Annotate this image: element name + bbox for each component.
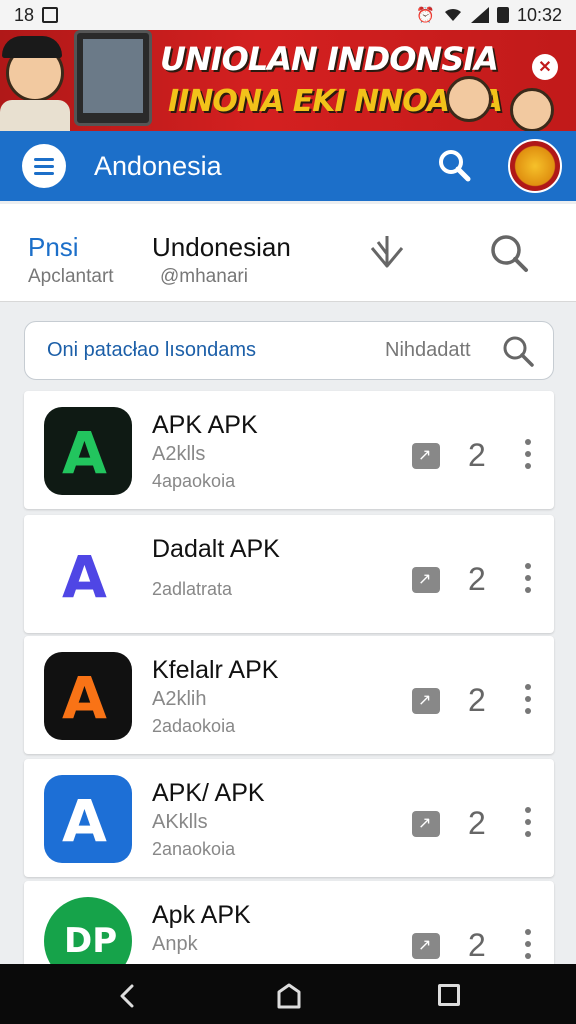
app-name: Apk APK	[152, 901, 251, 929]
profile-handle: @mhanari	[160, 266, 248, 287]
app-count: 2	[468, 437, 486, 473]
more-options-icon[interactable]	[520, 929, 536, 959]
banner-title: UNIOLAN INDONSIA	[160, 40, 499, 78]
app-developer: A2klih	[152, 688, 207, 710]
banner-hat-icon	[2, 36, 62, 58]
search-filter-label[interactable]: Nihdadatt	[385, 339, 471, 362]
download-arrow-icon[interactable]	[364, 228, 410, 274]
app-glyph: A	[62, 787, 107, 855]
app-count: 2	[468, 927, 486, 963]
profile-name: Undonesian	[152, 232, 291, 262]
app-category: 2adaokoia	[152, 716, 236, 736]
app-icon: A	[44, 531, 132, 619]
app-developer: A2klls	[152, 443, 206, 465]
app-list-item[interactable]: A Dadalt APK 2adlatrata 2	[24, 515, 554, 633]
download-icon[interactable]	[412, 933, 440, 959]
home-icon[interactable]	[276, 982, 302, 1010]
app-name: Kfelalr APK	[152, 656, 279, 684]
app-count: 2	[468, 682, 486, 718]
app-glyph: A	[62, 664, 107, 732]
banner-character-2-icon	[446, 76, 492, 122]
alarm-icon: ⏰	[416, 7, 435, 24]
app-count: 2	[468, 561, 486, 597]
battery-icon	[496, 7, 509, 23]
app-name: APK APK	[152, 411, 258, 439]
download-icon[interactable]	[412, 688, 440, 714]
banner-shirt-icon	[0, 100, 70, 131]
more-options-icon[interactable]	[520, 807, 536, 837]
more-options-icon[interactable]	[520, 563, 536, 593]
app-category: 2anaokoia	[152, 839, 236, 859]
signal-icon	[470, 7, 489, 23]
app-list-item[interactable]: A APK/ APK AKklls 2anaokoia 2	[24, 759, 554, 877]
banner-close-button[interactable]: ✕	[532, 54, 558, 80]
app-list-item[interactable]: A Kfelalr APK A2klih 2adaokoia 2	[24, 636, 554, 754]
app-name: Dadalt APK	[152, 535, 280, 563]
system-nav-bar	[0, 964, 576, 1024]
search-hint: Oni patacłao lısondams	[47, 339, 257, 361]
back-icon[interactable]	[114, 982, 142, 1010]
app-developer: Anpk	[152, 933, 198, 955]
status-time: 10:32	[516, 4, 562, 25]
app-title: Andonesia	[94, 151, 222, 181]
status-bar: 18 ⏰ 10:32	[0, 0, 576, 30]
profile-search-icon[interactable]	[486, 230, 530, 274]
status-right: ⏰ 10:32	[416, 5, 562, 26]
notification-box-icon	[42, 7, 59, 23]
download-icon[interactable]	[412, 567, 440, 593]
app-developer: AKklls	[152, 811, 208, 833]
banner-character-3-icon	[510, 88, 554, 131]
app-icon: A	[44, 775, 132, 863]
app-glyph: A	[62, 419, 107, 487]
banner-phone-icon	[74, 30, 152, 126]
search-field-icon[interactable]	[501, 334, 535, 368]
more-options-icon[interactable]	[520, 684, 536, 714]
wifi-icon	[444, 8, 461, 21]
app-icon: A	[44, 407, 132, 495]
app-category: 4apaokoia	[152, 471, 236, 491]
emblem-icon[interactable]	[508, 139, 562, 193]
recent-apps-icon[interactable]	[438, 984, 460, 1006]
app-bar: Andonesia	[0, 131, 576, 201]
app-list-item[interactable]: A APK APK A2klls 4apaokoia 2	[24, 391, 554, 509]
more-options-icon[interactable]	[520, 439, 536, 469]
profile-tab-title[interactable]: Pnsi	[28, 232, 79, 263]
search-field[interactable]: Oni patacłao lısondams Nihdadatt	[24, 321, 554, 380]
menu-button[interactable]	[22, 144, 66, 188]
status-left-text: 18	[14, 4, 35, 25]
app-glyph: A	[62, 543, 107, 611]
app-name: APK/ APK	[152, 779, 265, 807]
download-icon[interactable]	[412, 443, 440, 469]
app-glyph: DP	[64, 921, 118, 961]
download-icon[interactable]	[412, 811, 440, 837]
status-left: 18	[14, 4, 59, 26]
app-icon: A	[44, 652, 132, 740]
app-count: 2	[468, 805, 486, 841]
search-icon[interactable]	[436, 147, 472, 183]
profile-tab-subtitle: Apclantart	[28, 266, 114, 287]
promo-banner[interactable]: UNIOLAN INDONSIA IINONA EKI NNOASIA ✕	[0, 30, 576, 131]
app-category: 2adlatrata	[152, 579, 233, 599]
menu-icon	[34, 157, 54, 161]
